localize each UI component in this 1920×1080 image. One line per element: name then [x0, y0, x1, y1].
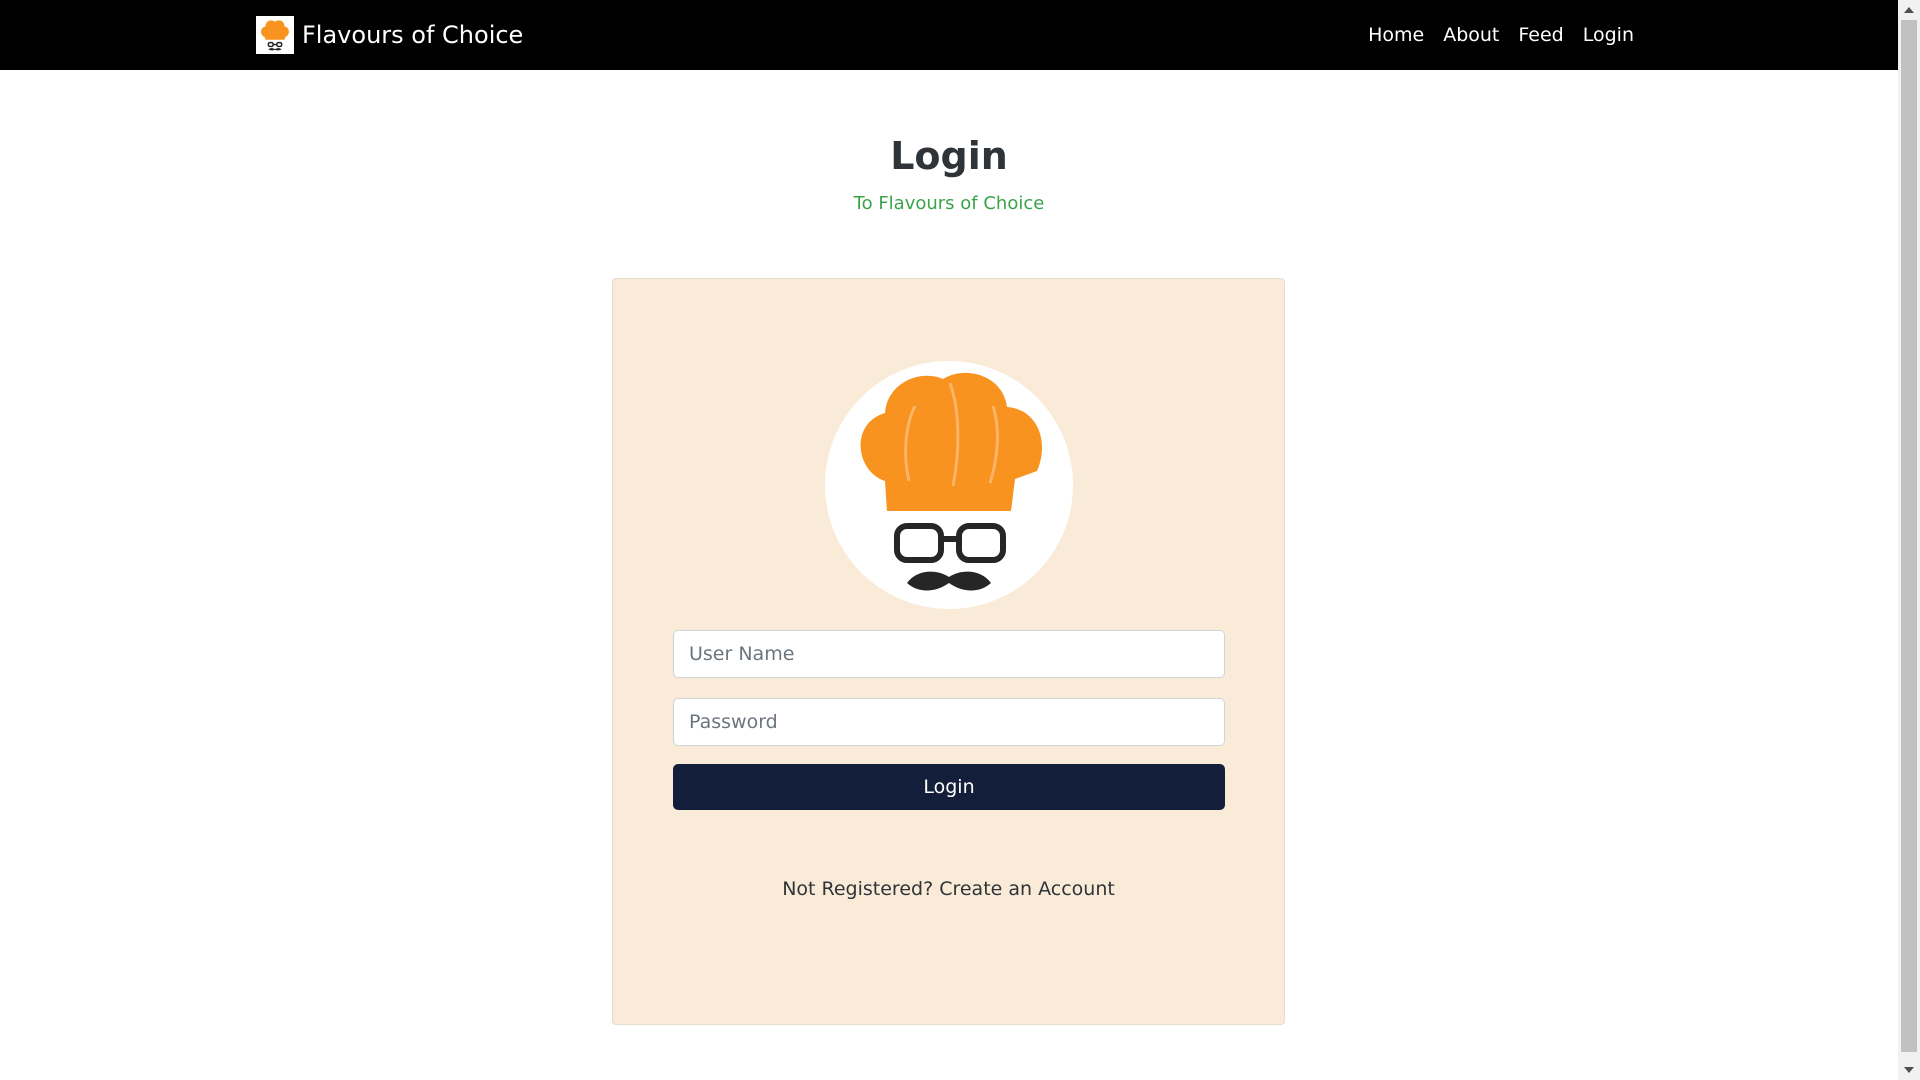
login-card: Login Not Registered? Create an Account	[612, 278, 1285, 1025]
brand-name: Flavours of Choice	[302, 21, 524, 49]
page: Flavours of Choice Home About Feed Login…	[0, 0, 1920, 1080]
password-input[interactable]	[673, 698, 1225, 746]
page-subtitle: To Flavours of Choice	[853, 193, 1045, 214]
nav-about-link[interactable]: About	[1443, 24, 1499, 46]
page-title: Login	[890, 134, 1008, 178]
nav-login-link[interactable]: Login	[1583, 24, 1634, 46]
login-button[interactable]: Login	[673, 764, 1225, 810]
nav-feed-link[interactable]: Feed	[1518, 24, 1563, 46]
username-input[interactable]	[673, 630, 1225, 678]
navbar: Flavours of Choice Home About Feed Login	[0, 0, 1898, 70]
chef-hat-logo-icon	[256, 16, 294, 54]
nav-home-link[interactable]: Home	[1368, 24, 1424, 46]
scroll-up-arrow-icon[interactable]	[1904, 7, 1914, 13]
nav-links: Home About Feed Login	[1349, 0, 1634, 70]
vertical-scrollbar[interactable]	[1898, 0, 1920, 1080]
create-account-link[interactable]: Not Registered? Create an Account	[613, 878, 1284, 900]
brand-link[interactable]: Flavours of Choice	[256, 16, 523, 54]
scroll-down-arrow-icon[interactable]	[1904, 1067, 1914, 1073]
chef-hat-glasses-mustache-icon	[825, 361, 1073, 609]
scroll-thumb[interactable]	[1901, 20, 1917, 1052]
